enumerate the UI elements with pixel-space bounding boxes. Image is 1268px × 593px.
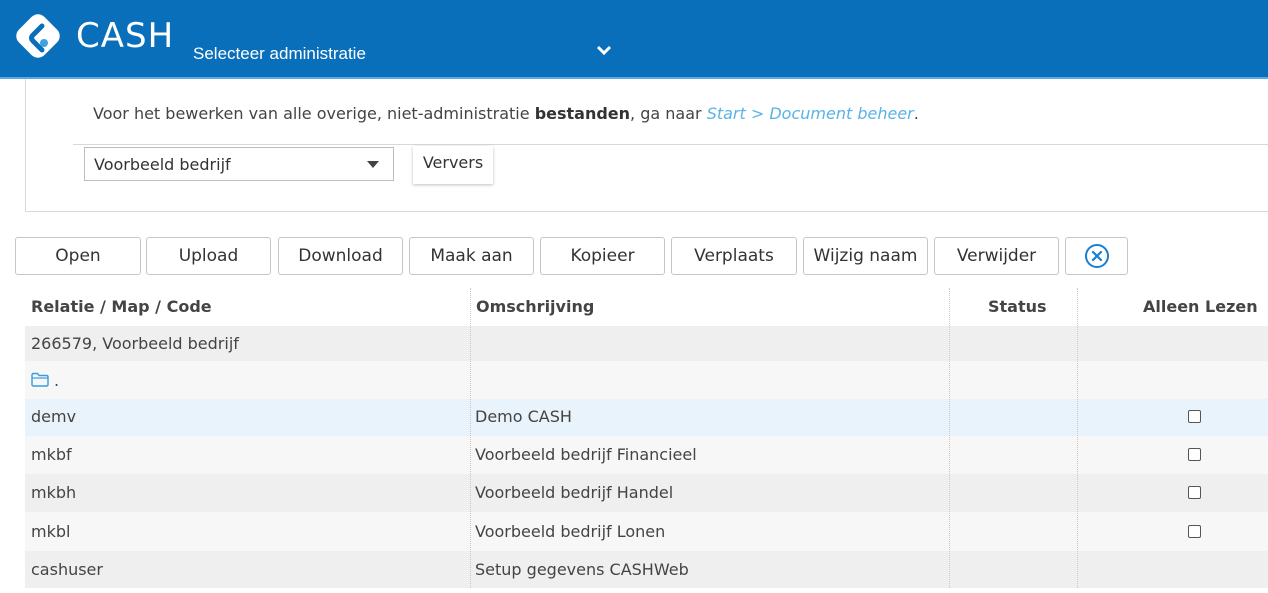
- copy-button[interactable]: Kopieer: [540, 237, 665, 275]
- close-circle-icon: [1084, 244, 1109, 268]
- row-code: 266579, Voorbeeld bedrijf: [31, 334, 239, 353]
- row-code: .: [54, 371, 60, 390]
- info-suffix: .: [913, 104, 919, 123]
- refresh-button[interactable]: Ververs: [413, 146, 493, 184]
- column-divider: [1077, 288, 1078, 588]
- table-row[interactable]: demv Demo CASH: [25, 399, 1268, 436]
- table-header: Relatie / Map / Code Omschrijving Status…: [25, 288, 1268, 326]
- panel-divider: [73, 144, 1268, 145]
- upload-button[interactable]: Upload: [146, 237, 271, 275]
- row-code: demv: [31, 407, 77, 426]
- top-bar: CASH Selecteer administratie: [0, 0, 1268, 79]
- column-header-readonly[interactable]: Alleen Lezen: [1143, 297, 1258, 316]
- column-header-code[interactable]: Relatie / Map / Code: [31, 297, 212, 316]
- readonly-checkbox[interactable]: [1188, 410, 1201, 423]
- row-description: Voorbeeld bedrijf Financieel: [475, 445, 697, 464]
- info-middle: , ga naar: [630, 104, 707, 123]
- delete-button[interactable]: Verwijder: [934, 237, 1059, 275]
- column-header-status[interactable]: Status: [988, 297, 1047, 316]
- info-prefix: Voor het bewerken van alle overige, niet…: [93, 104, 535, 123]
- row-code: mkbl: [31, 522, 71, 541]
- row-code: cashuser: [31, 560, 103, 579]
- app-brand: CASH: [76, 16, 175, 56]
- row-code: mkbf: [31, 445, 72, 464]
- info-bold: bestanden: [534, 104, 631, 123]
- row-description: Setup gegevens CASHWeb: [475, 560, 689, 579]
- row-code: mkbh: [31, 483, 77, 502]
- table-row[interactable]: mkbl Voorbeeld bedrijf Lonen: [25, 512, 1268, 551]
- column-header-description[interactable]: Omschrijving: [476, 297, 594, 316]
- rename-button[interactable]: Wijzig naam: [803, 237, 928, 275]
- administration-select-label[interactable]: Selecteer administratie: [193, 44, 366, 64]
- caret-down-icon: [367, 161, 379, 168]
- readonly-checkbox[interactable]: [1188, 486, 1201, 499]
- readonly-checkbox[interactable]: [1188, 525, 1201, 538]
- move-button[interactable]: Verplaats: [671, 237, 797, 275]
- column-divider: [949, 288, 950, 588]
- readonly-checkbox[interactable]: [1188, 448, 1201, 461]
- company-select[interactable]: Voorbeeld bedrijf: [84, 147, 394, 181]
- company-select-value: Voorbeeld bedrijf: [94, 155, 231, 174]
- table-row[interactable]: mkbf Voorbeeld bedrijf Financieel: [25, 436, 1268, 474]
- document-beheer-link[interactable]: Start > Document beheer: [707, 104, 914, 123]
- table-row[interactable]: 266579, Voorbeeld bedrijf: [25, 326, 1268, 361]
- document-info-text: Voor het bewerken van alle overige, niet…: [93, 104, 919, 123]
- row-description: Voorbeeld bedrijf Lonen: [475, 522, 666, 541]
- table-row[interactable]: mkbh Voorbeeld bedrijf Handel: [25, 474, 1268, 512]
- row-description: Voorbeeld bedrijf Handel: [475, 483, 674, 502]
- column-divider: [470, 288, 471, 588]
- chevron-down-icon[interactable]: [596, 44, 612, 56]
- row-description: Demo CASH: [475, 407, 572, 426]
- open-button[interactable]: Open: [15, 237, 141, 275]
- cash-logo-icon: [16, 14, 60, 58]
- clear-selection-button[interactable]: [1065, 237, 1128, 275]
- table-row[interactable]: .: [25, 361, 1268, 399]
- table-row[interactable]: cashuser Setup gegevens CASHWeb: [25, 551, 1268, 588]
- folder-icon: [31, 372, 49, 387]
- settings-panel: [25, 79, 1268, 212]
- download-button[interactable]: Download: [278, 237, 403, 275]
- create-button[interactable]: Maak aan: [409, 237, 534, 275]
